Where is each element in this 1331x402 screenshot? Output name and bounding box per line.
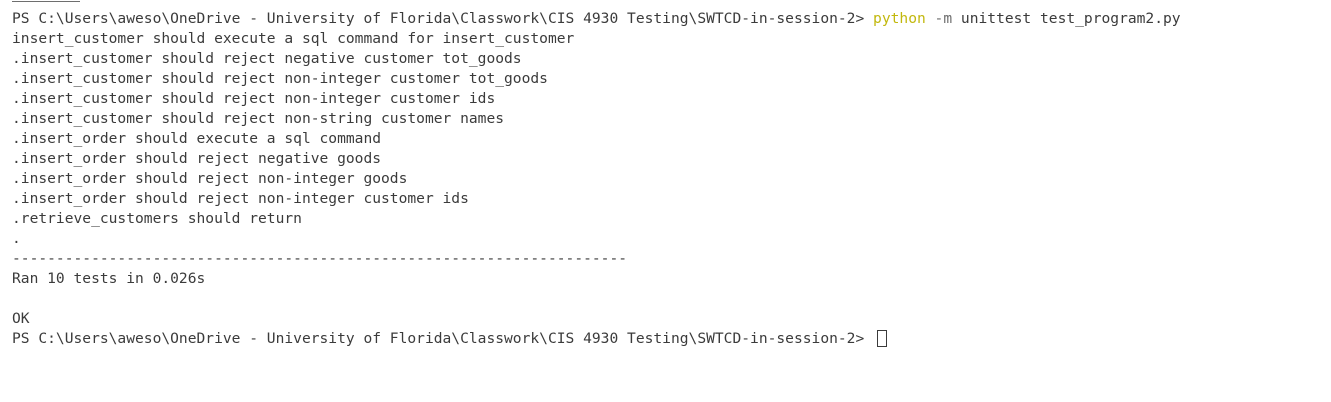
scroll-indicator (12, 1, 80, 2)
prompt-path: PS C:\Users\aweso\OneDrive - University … (12, 330, 874, 347)
terminal-pane[interactable]: PS C:\Users\aweso\OneDrive - University … (0, 0, 1331, 402)
output-line: .insert_order should reject negative goo… (12, 150, 382, 167)
output-line: insert_customer should execute a sql com… (12, 30, 575, 47)
prompt-line: PS C:\Users\aweso\OneDrive - University … (12, 9, 1181, 29)
output-line: .insert_order should execute a sql comma… (12, 130, 382, 147)
prompt-path: PS C:\Users\aweso\OneDrive - University … (12, 10, 874, 27)
prompt-line[interactable]: PS C:\Users\aweso\OneDrive - University … (12, 329, 1181, 349)
separator-line: ----------------------------------------… (12, 250, 628, 267)
output-line: .insert_customer should reject non-strin… (12, 110, 505, 127)
test-summary: Ran 10 tests in 0.026s (12, 270, 206, 287)
output-line: . (12, 230, 21, 247)
output-line: .insert_customer should reject negative … (12, 50, 522, 67)
output-line: .insert_order should reject non-integer … (12, 190, 469, 207)
output-line: .insert_customer should reject non-integ… (12, 70, 548, 87)
command-flag: -m (925, 10, 961, 27)
test-status: OK (12, 310, 30, 327)
output-line: .insert_order should reject non-integer … (12, 170, 408, 187)
command-name: python (873, 10, 926, 27)
terminal-output: PS C:\Users\aweso\OneDrive - University … (12, 9, 1181, 349)
command-args: unittest test_program2.py (960, 10, 1181, 27)
cursor-icon[interactable] (877, 330, 888, 347)
output-line: .insert_customer should reject non-integ… (12, 90, 496, 107)
output-line: .retrieve_customers should return (12, 210, 302, 227)
